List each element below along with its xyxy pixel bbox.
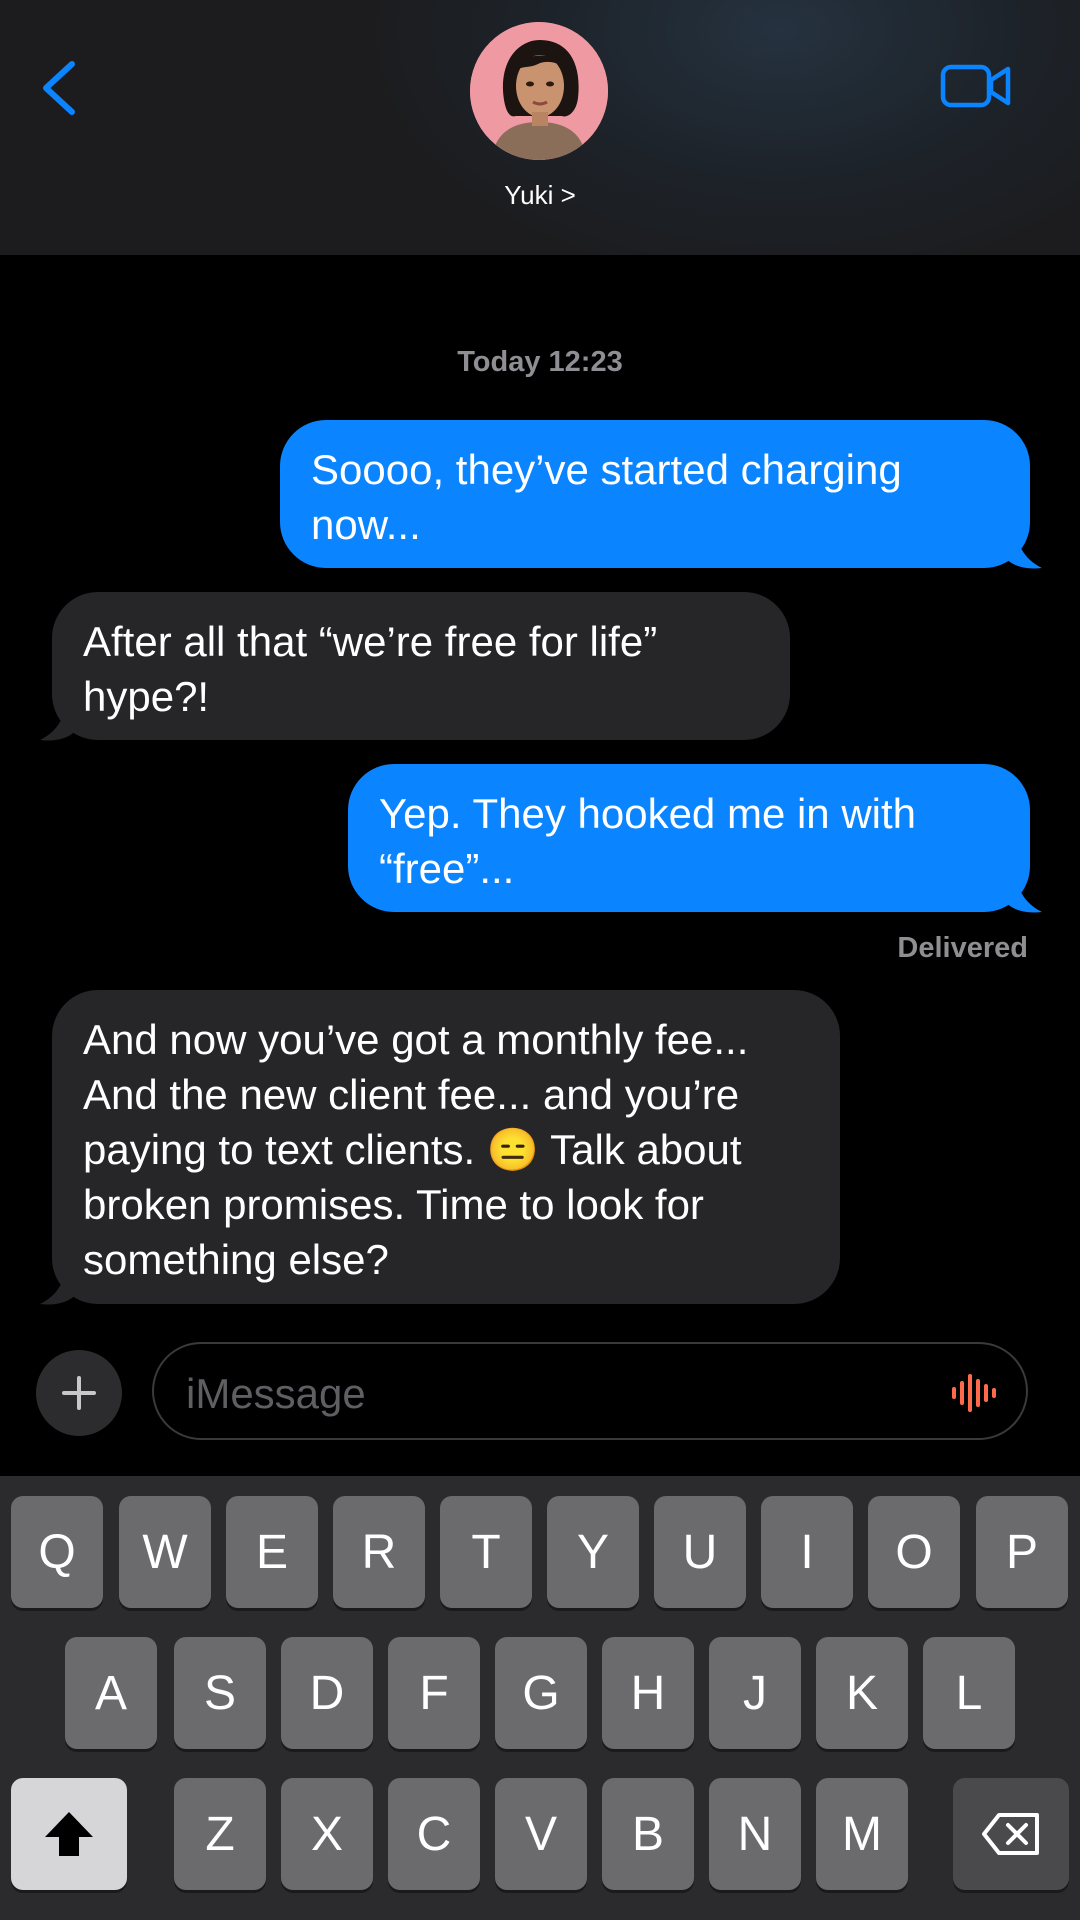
apps-plus-button[interactable] [36, 1350, 122, 1436]
chevron-left-icon [43, 61, 75, 115]
delivered-status: Delivered [897, 932, 1028, 964]
facetime-video-button[interactable] [940, 62, 1012, 110]
message-text: Yep. They hooked me in with “free”... [379, 790, 917, 892]
key-c[interactable]: C [388, 1778, 480, 1890]
plus-icon [62, 1376, 96, 1410]
key-j[interactable]: J [709, 1637, 801, 1749]
key-q[interactable]: Q [11, 1496, 103, 1608]
key-p[interactable]: P [976, 1496, 1068, 1608]
key-z[interactable]: Z [174, 1778, 266, 1890]
key-r[interactable]: R [333, 1496, 425, 1608]
bubble-tail [1006, 530, 1042, 569]
dictation-button[interactable] [950, 1372, 1000, 1414]
bubble-tail [40, 702, 76, 741]
key-s[interactable]: S [174, 1637, 266, 1749]
key-g[interactable]: G [495, 1637, 587, 1749]
key-w[interactable]: W [119, 1496, 211, 1608]
avatar-photo [470, 22, 608, 160]
contact-name[interactable]: Yuki > [0, 180, 1080, 211]
imessage-input[interactable]: iMessage [152, 1342, 1028, 1440]
message-bubble-incoming[interactable]: And now you’ve got a monthly fee... And … [52, 990, 840, 1304]
key-l[interactable]: L [923, 1637, 1015, 1749]
waveform-icon [952, 1374, 996, 1412]
message-text: Soooo, they’ve started charging now... [311, 446, 902, 548]
input-placeholder: iMessage [186, 1370, 366, 1417]
message-text: And now you’ve got a monthly fee... And … [83, 1016, 749, 1283]
key-m[interactable]: M [816, 1778, 908, 1890]
shift-arrow-icon [45, 1812, 93, 1856]
key-b[interactable]: B [602, 1778, 694, 1890]
key-x[interactable]: X [281, 1778, 373, 1890]
contact-avatar[interactable] [470, 22, 608, 160]
delete-key[interactable] [953, 1778, 1069, 1890]
key-n[interactable]: N [709, 1778, 801, 1890]
key-a[interactable]: A [65, 1637, 157, 1749]
bubble-tail [40, 1266, 76, 1305]
key-v[interactable]: V [495, 1778, 587, 1890]
key-d[interactable]: D [281, 1637, 373, 1749]
message-bubble-incoming[interactable]: After all that “we’re free for life” hyp… [52, 592, 790, 740]
key-h[interactable]: H [602, 1637, 694, 1749]
message-timestamp: Today 12:23 [457, 346, 623, 378]
message-bubble-outgoing[interactable]: Yep. They hooked me in with “free”... [348, 764, 1030, 912]
back-button[interactable] [36, 58, 86, 118]
key-t[interactable]: T [440, 1496, 532, 1608]
bubble-tail [1006, 874, 1042, 913]
conversation-header: Yuki > [0, 0, 1080, 255]
key-o[interactable]: O [868, 1496, 960, 1608]
key-u[interactable]: U [654, 1496, 746, 1608]
key-k[interactable]: K [816, 1637, 908, 1749]
key-i[interactable]: I [761, 1496, 853, 1608]
key-f[interactable]: F [388, 1637, 480, 1749]
key-y[interactable]: Y [547, 1496, 639, 1608]
shift-key[interactable] [11, 1778, 127, 1890]
message-text: After all that “we’re free for life” hyp… [83, 618, 658, 720]
key-e[interactable]: E [226, 1496, 318, 1608]
keyboard: Q W E R T Y U I O P A S D F G H J K L Z … [0, 1476, 1080, 1920]
delete-backspace-icon [982, 1813, 1039, 1855]
video-camera-icon [940, 64, 1011, 108]
message-bubble-outgoing[interactable]: Soooo, they’ve started charging now... [280, 420, 1030, 568]
